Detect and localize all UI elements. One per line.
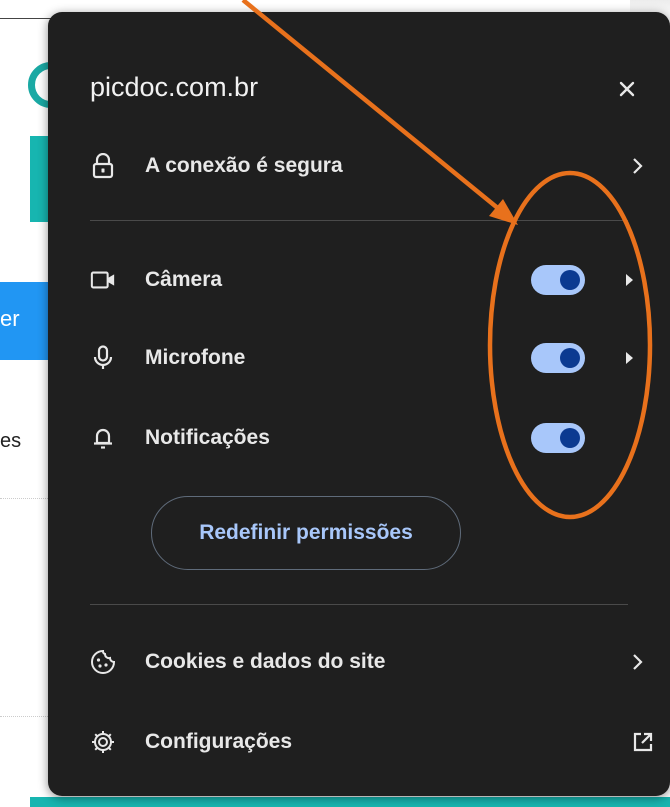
toggle-knob [560,270,580,290]
camera-icon [90,267,116,293]
bell-icon [90,425,116,451]
cookie-icon [90,649,116,675]
caret-right-icon[interactable] [622,351,636,365]
close-button[interactable] [610,72,644,106]
permission-row-microphone[interactable]: Microfone [48,328,670,388]
background-button-text: er [0,306,20,331]
divider [90,220,628,221]
microphone-icon [90,345,116,371]
permission-row-notifications[interactable]: Notificações [48,408,670,468]
background-bottom-bar [30,797,670,807]
reset-permissions-button[interactable]: Redefinir permissões [151,496,461,570]
open-external-icon[interactable] [632,731,654,753]
permission-label: Microfone [145,346,246,369]
close-icon [619,81,635,97]
microphone-toggle[interactable] [531,343,585,373]
connection-label: A conexão é segura [145,154,343,177]
divider [90,604,628,605]
background-text: es [0,430,22,452]
caret-right-icon[interactable] [622,273,636,287]
site-domain: picdoc.com.br [90,72,259,102]
permission-label: Câmera [145,268,223,291]
toggle-knob [560,428,580,448]
lock-icon [90,153,116,179]
gear-icon [90,729,116,755]
chevron-right-icon [626,155,648,177]
notifications-toggle[interactable] [531,423,585,453]
permission-row-camera[interactable]: Câmera [48,250,670,310]
site-settings-row[interactable]: Configurações [48,712,670,772]
page: er es picdoc.com.br A conexão é segura C… [0,0,670,807]
site-info-popup: picdoc.com.br A conexão é segura Câmera … [48,12,670,796]
chevron-right-icon [626,651,648,673]
settings-label: Configurações [145,730,293,753]
connection-security-row[interactable]: A conexão é segura [48,136,670,196]
toggle-knob [560,348,580,368]
camera-toggle[interactable] [531,265,585,295]
cookies-row[interactable]: Cookies e dados do site [48,632,670,692]
permission-label: Notificações [145,426,270,449]
cookies-label: Cookies e dados do site [145,650,386,673]
